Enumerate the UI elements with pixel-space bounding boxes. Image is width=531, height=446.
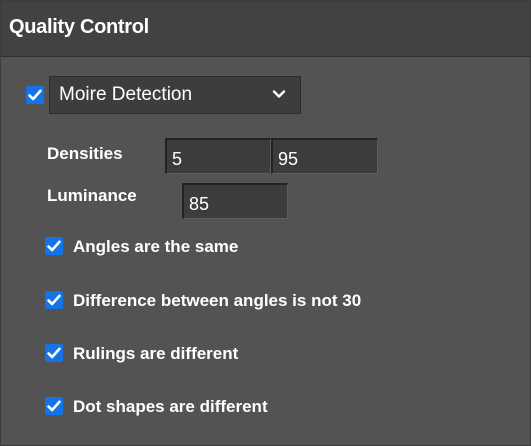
option-label-angle-difference: Difference between angles is not 30 (73, 291, 362, 310)
moire-mode-dropdown[interactable]: Moire Detection (49, 76, 301, 114)
panel-header: Quality Control (1, 1, 530, 57)
checkmark-icon (47, 294, 61, 306)
checkmark-icon (47, 347, 61, 359)
quality-control-panel: Quality Control Moire Detection Densitie… (0, 0, 531, 446)
option-checkbox-rulings-different[interactable] (45, 344, 63, 362)
option-checkbox-dot-shapes-different[interactable] (45, 397, 63, 415)
checkmark-icon (28, 89, 42, 101)
panel-title: Quality Control (9, 16, 149, 38)
dropdown-selected-value: Moire Detection (59, 84, 193, 105)
checkmark-icon (47, 400, 61, 412)
option-label-dot-shapes-different: Dot shapes are different (73, 397, 268, 416)
luminance-input[interactable] (182, 183, 288, 219)
option-checkbox-angles-same[interactable] (45, 237, 63, 255)
densities-label: Densities (47, 144, 123, 163)
option-checkbox-angle-difference[interactable] (45, 291, 63, 309)
option-label-angles-same: Angles are the same (73, 237, 239, 256)
densities-max-input[interactable] (271, 138, 378, 174)
option-label-rulings-different: Rulings are different (73, 344, 239, 363)
densities-min-input[interactable] (165, 138, 271, 174)
luminance-label: Luminance (47, 186, 137, 205)
moire-detection-checkbox[interactable] (26, 86, 44, 104)
checkmark-icon (47, 240, 61, 252)
chevron-down-icon (272, 90, 286, 98)
